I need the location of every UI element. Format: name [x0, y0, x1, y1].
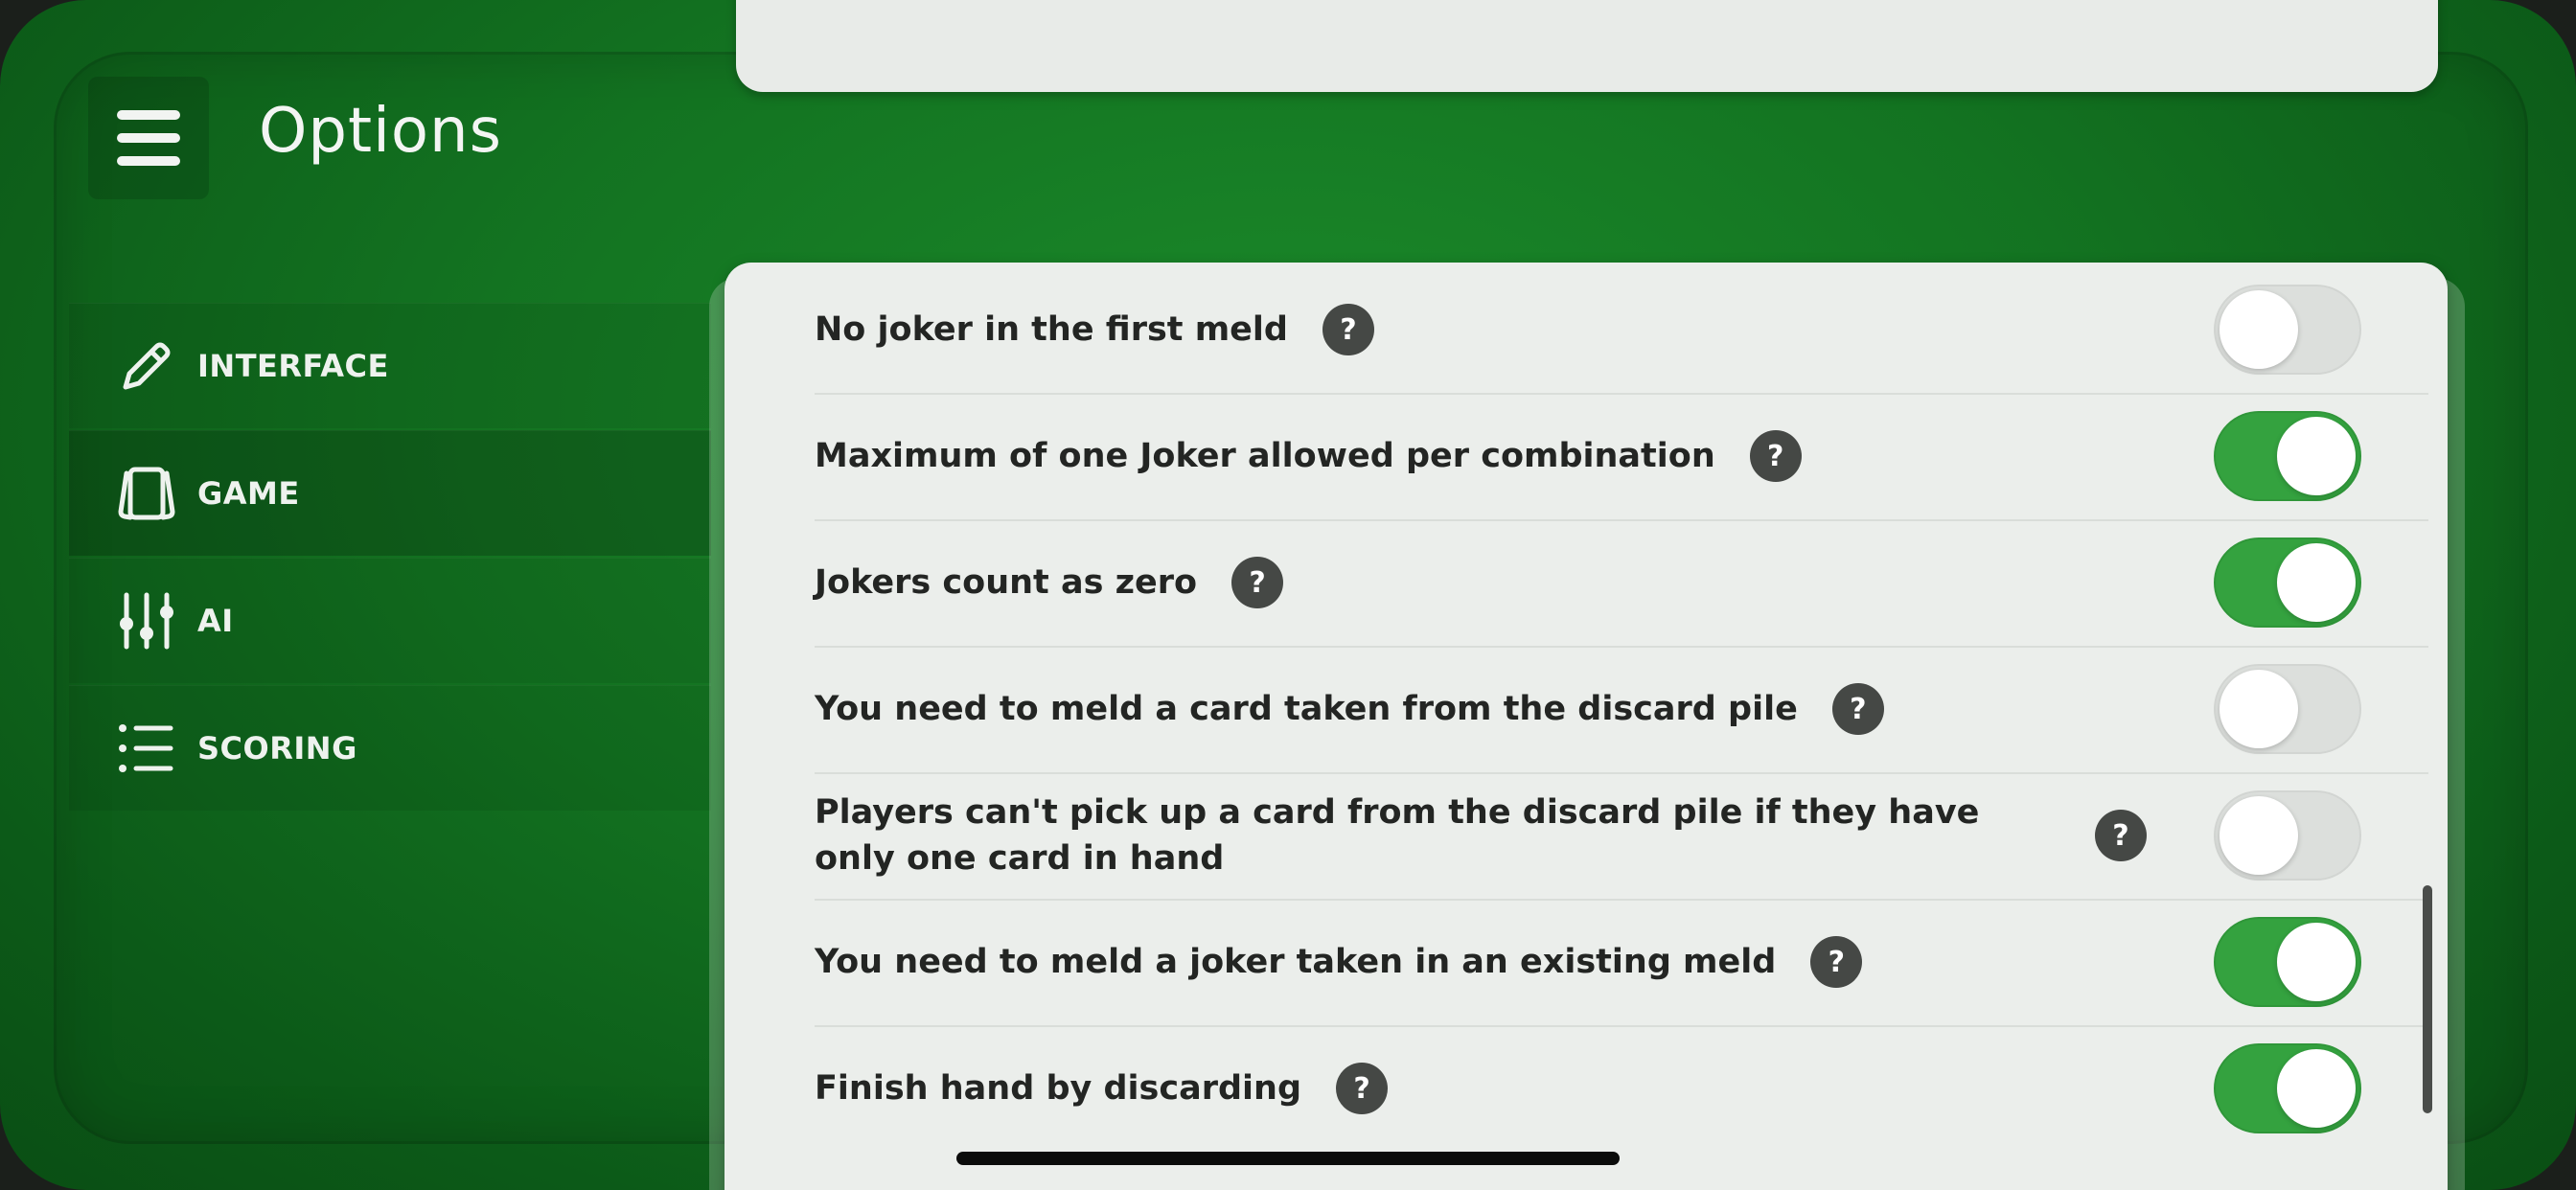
help-icon[interactable]: ?	[1749, 430, 1802, 482]
option-toggle[interactable]	[2214, 411, 2361, 501]
toggle-knob	[2220, 290, 2298, 369]
cards-icon	[117, 464, 176, 523]
option-toggle[interactable]	[2214, 1043, 2361, 1133]
game-screen: Options INTERFACE GAME AI SCORING No jok…	[0, 0, 2576, 1190]
option-row: Jokers count as zero ?	[815, 519, 2428, 648]
help-icon[interactable]: ?	[1322, 304, 1374, 355]
option-toggle[interactable]	[2214, 285, 2361, 375]
help-icon[interactable]: ?	[1831, 683, 1884, 735]
option-row: Maximum of one Joker allowed per combina…	[815, 393, 2428, 521]
option-toggle[interactable]	[2214, 538, 2361, 628]
toggle-knob	[2220, 670, 2298, 748]
toggle-knob	[2220, 796, 2298, 875]
sidebar-item-label: GAME	[197, 475, 300, 512]
toggle-knob	[2277, 923, 2356, 1001]
sidebar-item-label: INTERFACE	[197, 348, 389, 384]
hamburger-icon-bar	[117, 156, 180, 166]
page-title: Options	[259, 96, 502, 167]
home-indicator[interactable]	[956, 1152, 1620, 1165]
scrollbar[interactable]	[2423, 885, 2432, 1113]
sidebar-item-label: SCORING	[197, 730, 357, 767]
option-row: You need to meld a card taken from the d…	[815, 646, 2428, 774]
help-icon[interactable]: ?	[2095, 810, 2147, 861]
option-toggle[interactable]	[2214, 664, 2361, 754]
option-row: No joker in the first meld ?	[815, 266, 2428, 395]
option-label: No joker in the first meld	[815, 310, 1288, 349]
pencil-icon	[117, 336, 176, 396]
help-icon[interactable]: ?	[1231, 557, 1284, 608]
help-icon[interactable]: ?	[1810, 936, 1863, 988]
sidebar-item-ai[interactable]: AI	[69, 558, 711, 683]
sliders-icon	[117, 591, 176, 651]
option-label: Maximum of one Joker allowed per combina…	[815, 437, 1715, 475]
help-icon[interactable]: ?	[1336, 1063, 1389, 1114]
previous-options-card	[736, 0, 2438, 92]
sidebar-item-game[interactable]: GAME	[69, 430, 711, 556]
hamburger-icon-bar	[117, 133, 180, 143]
option-row: Players can't pick up a card from the di…	[815, 772, 2428, 901]
sidebar-item-interface[interactable]: INTERFACE	[69, 303, 711, 428]
option-label: Jokers count as zero	[815, 563, 1198, 602]
option-label: Finish hand by discarding	[815, 1069, 1302, 1108]
option-label: You need to meld a joker taken in an exi…	[815, 943, 1777, 981]
game-options-panel: No joker in the first meld ? Maximum of …	[724, 263, 2448, 1190]
list-icon	[117, 719, 176, 778]
option-row: Finish hand by discarding ?	[815, 1025, 2428, 1152]
sidebar-item-label: AI	[197, 603, 234, 639]
toggle-knob	[2277, 1049, 2356, 1128]
options-sidebar: INTERFACE GAME AI SCORING	[69, 303, 711, 812]
option-row: You need to meld a joker taken in an exi…	[815, 899, 2428, 1027]
sidebar-item-scoring[interactable]: SCORING	[69, 685, 711, 811]
option-toggle[interactable]	[2214, 790, 2361, 881]
menu-button[interactable]	[88, 77, 209, 199]
hamburger-icon	[117, 110, 180, 120]
toggle-knob	[2277, 417, 2356, 495]
option-toggle[interactable]	[2214, 917, 2361, 1007]
toggle-knob	[2277, 543, 2356, 622]
option-label: Players can't pick up a card from the di…	[815, 793, 1980, 878]
option-label: You need to meld a card taken from the d…	[815, 690, 1798, 728]
